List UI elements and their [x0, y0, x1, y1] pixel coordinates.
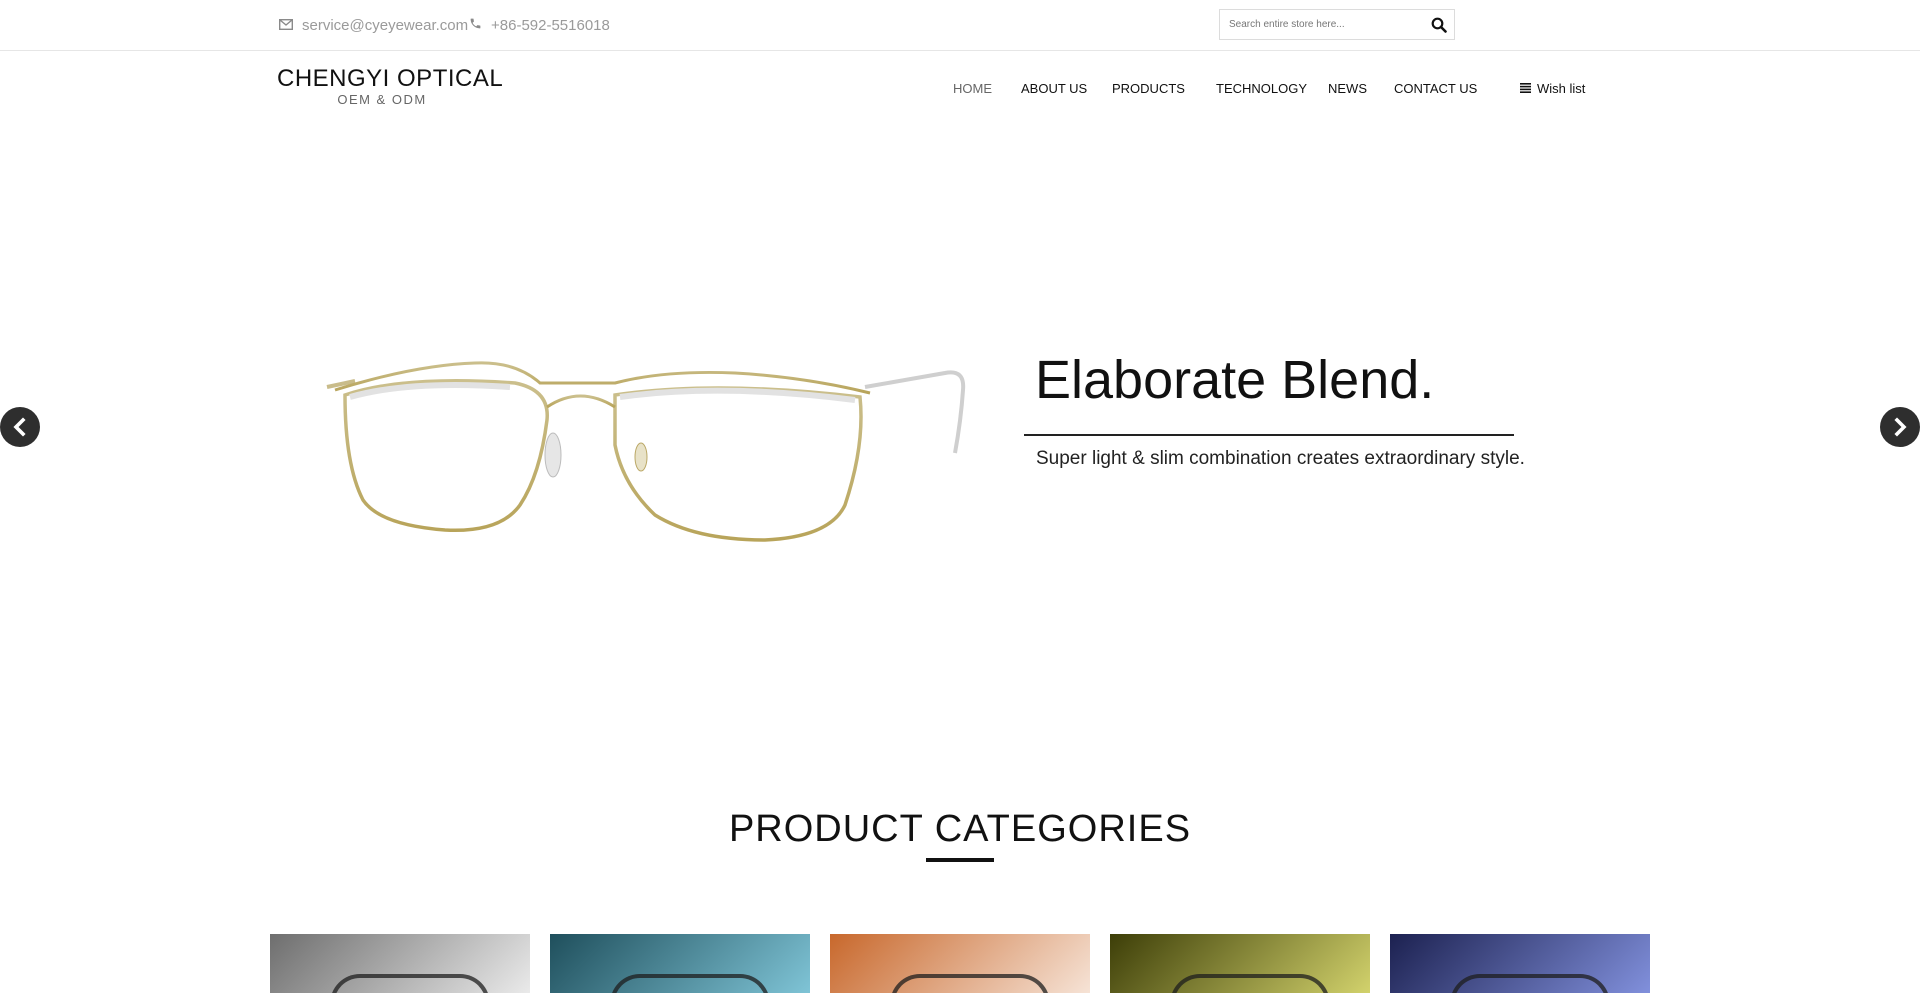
wish-list-label: Wish list	[1537, 81, 1586, 96]
magnifier-icon	[1431, 17, 1447, 33]
phone-icon	[469, 17, 482, 34]
category-card[interactable]	[830, 934, 1090, 993]
contact-email[interactable]: service@cyeyewear.com	[278, 17, 468, 34]
wish-list-link[interactable]: Wish list	[1520, 81, 1585, 96]
logo-subtitle: OEM & ODM	[337, 92, 427, 107]
eyeglasses-image	[1450, 974, 1610, 993]
category-card[interactable]	[550, 934, 810, 993]
logo-title: CHENGYI OPTICAL	[277, 65, 504, 92]
nav-news[interactable]: NEWS	[1328, 81, 1367, 96]
nav-technology[interactable]: TECHNOLOGY	[1216, 81, 1307, 96]
contact-phone-text[interactable]: +86-592-5516018	[491, 17, 610, 34]
category-card[interactable]	[1390, 934, 1650, 993]
nav-about-us[interactable]: ABOUT US	[1021, 81, 1087, 96]
envelope-icon	[278, 17, 294, 34]
eyeglasses-image	[330, 974, 490, 993]
headline-divider	[1024, 434, 1514, 436]
eyeglasses-image	[610, 974, 770, 993]
category-card[interactable]	[270, 934, 530, 993]
chevron-left-icon	[13, 417, 26, 437]
nav-contact-us[interactable]: CONTACT US	[1394, 81, 1477, 96]
top-bar: service@cyeyewear.com +86-592-5516018	[0, 0, 1920, 51]
chevron-right-icon	[1894, 417, 1907, 437]
section-title-underline	[926, 858, 994, 862]
nav-products[interactable]: PRODUCTS	[1112, 81, 1185, 96]
list-icon	[1520, 81, 1531, 96]
search-box	[1219, 9, 1455, 40]
nav-home[interactable]: HOME	[953, 81, 992, 96]
search-input[interactable]	[1220, 10, 1423, 39]
category-card[interactable]	[1110, 934, 1370, 993]
slide-headline: Elaborate Blend.	[1035, 350, 1435, 410]
contact-email-text[interactable]: service@cyeyewear.com	[302, 17, 468, 34]
eyeglasses-image	[325, 345, 975, 560]
eyeglasses-image	[1170, 974, 1330, 993]
slider-prev-button[interactable]	[0, 407, 40, 447]
contact-phone[interactable]: +86-592-5516018	[469, 17, 610, 34]
slider-next-button[interactable]	[1880, 407, 1920, 447]
logo[interactable]: CHENGYI OPTICAL OEM & ODM	[277, 65, 504, 108]
slide-tagline: Super light & slim combination creates e…	[1036, 448, 1525, 469]
search-button[interactable]	[1423, 10, 1454, 39]
eyeglasses-image	[890, 974, 1050, 993]
section-title: PRODUCT CATEGORIES	[728, 808, 1192, 850]
